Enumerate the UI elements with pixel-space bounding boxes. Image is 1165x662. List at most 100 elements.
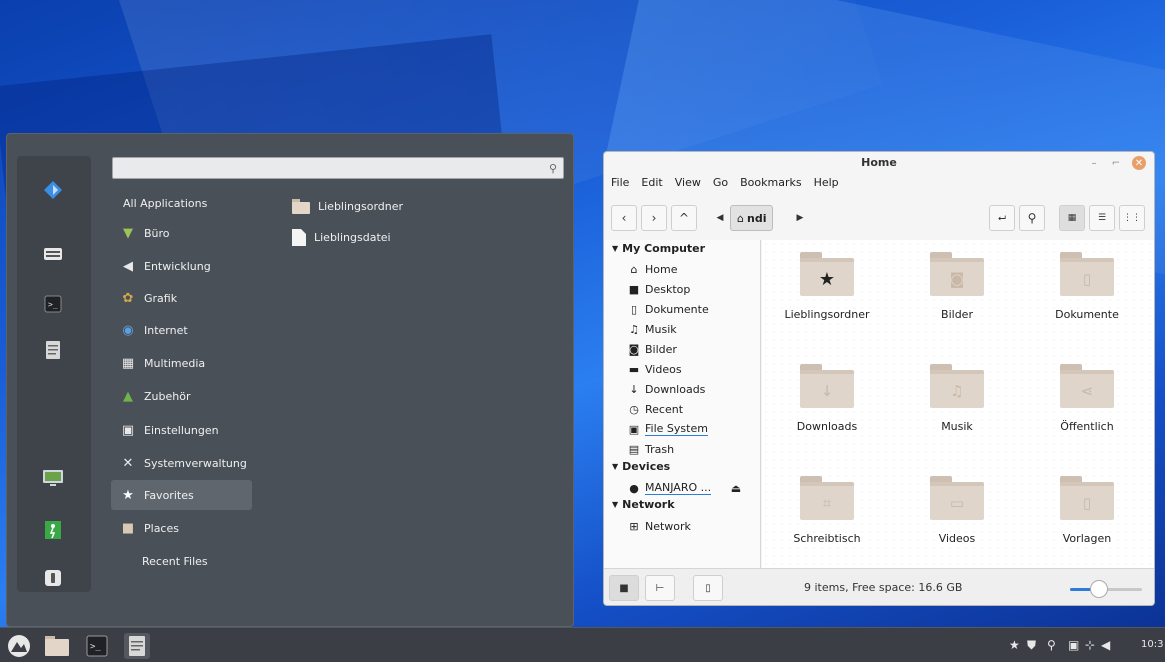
show-places-button[interactable]: ■ [609,575,639,601]
close-icon[interactable]: ✕ [1132,156,1146,170]
eject-button[interactable]: ⏏ [730,479,742,497]
up-button[interactable]: ^ [671,205,697,231]
sidebar-item-bilder[interactable]: ◙ Bilder [628,340,677,358]
video-icon: ▬ [628,362,640,376]
favorites-star-icon[interactable]: ★ [1009,638,1020,652]
minimize-icon[interactable]: – [1087,156,1101,170]
folder-item[interactable]: ◙ Bilder [902,248,1002,344]
hide-sidebar-button[interactable]: ▯ [693,575,723,601]
category-recent-files[interactable]: Recent Files [111,546,252,576]
folder-icon: ▭ [930,476,984,520]
sidebar-item-label: Home [645,262,678,276]
folder-item[interactable]: ▯ Dokumente [1032,248,1132,344]
menu-file[interactable]: File [611,176,629,196]
category-places[interactable]: ■ Places [111,513,252,543]
network-wifi-icon[interactable]: ⚲ [1047,638,1056,652]
category-label: Internet [144,323,188,337]
category-grafik[interactable]: ✿ Grafik [111,283,252,313]
clock[interactable]: 10:3 [1141,639,1163,650]
svg-text:>_: >_ [48,300,58,309]
folder-name: Lieblingsordner [784,308,870,321]
sidebar-item-file-system[interactable]: ▣ File System [628,420,708,438]
icon-view-button[interactable]: ▦ [1059,205,1085,231]
sidebar-item-manjaro[interactable]: ● MANJARO ... [628,479,712,497]
folder-item[interactable]: ★ Lieblingsordner [772,248,872,344]
arrow-right-icon: ▶ [796,213,804,223]
folder-item[interactable]: ⋖ Öffentlich [1032,360,1132,456]
chevron-left-icon: ‹ [621,211,627,225]
terminal-launcher-icon[interactable]: >_ [84,633,110,659]
sidebar-item-musik[interactable]: ♫ Musik [628,320,677,338]
folder-icon: ▯ [1060,476,1114,520]
category-buero[interactable]: ▼ Büro [111,218,252,248]
forward-button[interactable]: › [641,205,667,231]
document-icon: ▯ [630,302,638,316]
sidebar-item-desktop[interactable]: ■ Desktop [628,280,691,298]
clipboard-icon[interactable]: ▣ [1068,638,1079,652]
shutdown-icon[interactable] [38,566,68,590]
menu-launcher-icon[interactable] [6,633,32,659]
folder-item[interactable]: ♫ Musik [902,360,1002,456]
section-my-computer[interactable]: ▼ My Computer [612,242,705,255]
sidebar-item-trash[interactable]: ▤ Trash [628,440,674,458]
category-zubehoer[interactable]: ▲ Zubehör [111,381,252,411]
search-button[interactable]: ⚲ [1019,205,1045,231]
files-launcher-icon[interactable] [44,633,70,659]
compact-view-button[interactable]: ⋮⋮ [1119,205,1145,231]
folder-item[interactable]: ▯ Vorlagen [1032,472,1132,568]
places-sidebar: ▼ My Computer ⌂ Home ■ Desktop ▯ Dokumente ♫… [604,240,761,568]
volume-icon[interactable]: ◀ [1101,638,1110,652]
camera-icon: ◙ [628,342,640,356]
category-all-applications[interactable]: All Applications [111,188,252,218]
section-label: Devices [622,460,671,473]
back-button[interactable]: ‹ [611,205,637,231]
breadcrumb-label: ndi [746,211,767,225]
section-network[interactable]: ▼ Network [612,498,675,511]
shield-icon[interactable]: ⛊ [1027,638,1036,653]
favorite-item-lieblingsdatei[interactable]: Lieblingsdatei [292,224,391,250]
folder-item[interactable]: ⌗ Schreibtisch [772,472,872,568]
toggle-location-button[interactable]: ⮠ [989,205,1015,231]
terminal-icon[interactable]: >_ [38,292,68,316]
list-view-button[interactable]: ☰ [1089,205,1115,231]
menu-search-input[interactable] [112,157,564,179]
menu-bookmarks[interactable]: Bookmarks [740,176,801,196]
browser-icon[interactable] [38,178,68,202]
menu-view[interactable]: View [675,176,701,196]
menu-edit[interactable]: Edit [641,176,662,196]
sidebar-item-videos[interactable]: ▬ Videos [628,360,682,378]
folder-item[interactable]: ↓ Downloads [772,360,872,456]
section-devices[interactable]: ▼ Devices [612,460,670,473]
text-editor-launcher-icon[interactable] [124,633,150,659]
expander-icon: ▼ [612,244,619,253]
folder-item[interactable]: ▭ Videos [902,472,1002,568]
menu-go[interactable]: Go [713,176,728,196]
category-einstellungen[interactable]: ▣ Einstellungen [111,415,252,445]
keyboard-icon[interactable] [38,242,68,266]
category-systemverwaltung[interactable]: ✕ Systemverwaltung [111,448,252,478]
sidebar-item-recent[interactable]: ◷ Recent [628,400,683,418]
sidebar-item-downloads[interactable]: ↓ Downloads [628,380,705,398]
lock-screen-icon[interactable] [38,466,68,490]
settings-icon: ▣ [121,422,135,438]
breadcrumb-right-button[interactable]: ▶ [792,205,808,231]
sidebar-item-network[interactable]: ⊞ Network [628,517,691,535]
folder-icon: ♫ [930,364,984,408]
show-tree-button[interactable]: ⊢ [645,575,675,601]
logout-icon[interactable] [38,518,68,542]
breadcrumb-left-button[interactable]: ◀ [712,205,728,231]
sidebar-item-home[interactable]: ⌂ Home [628,260,678,278]
network-icon[interactable]: ⊹ [1085,638,1095,652]
category-favorites[interactable]: ★ Favorites [111,480,252,510]
text-editor-icon[interactable] [38,338,68,362]
category-entwicklung[interactable]: ◀ Entwicklung [111,251,252,281]
favorite-item-lieblingsordner[interactable]: Lieblingsordner [292,193,403,219]
breadcrumb-home[interactable]: ⌂ ndi [730,205,774,231]
zoom-slider-handle[interactable] [1090,580,1108,598]
menu-help[interactable]: Help [814,176,839,196]
sidebar-item-dokumente[interactable]: ▯ Dokumente [628,300,709,318]
category-multimedia[interactable]: ▦ Multimedia [111,348,252,378]
category-internet[interactable]: ◉ Internet [111,315,252,345]
sidebar-item-label: Desktop [645,282,691,296]
maximize-icon[interactable]: ⌐ [1109,156,1123,170]
